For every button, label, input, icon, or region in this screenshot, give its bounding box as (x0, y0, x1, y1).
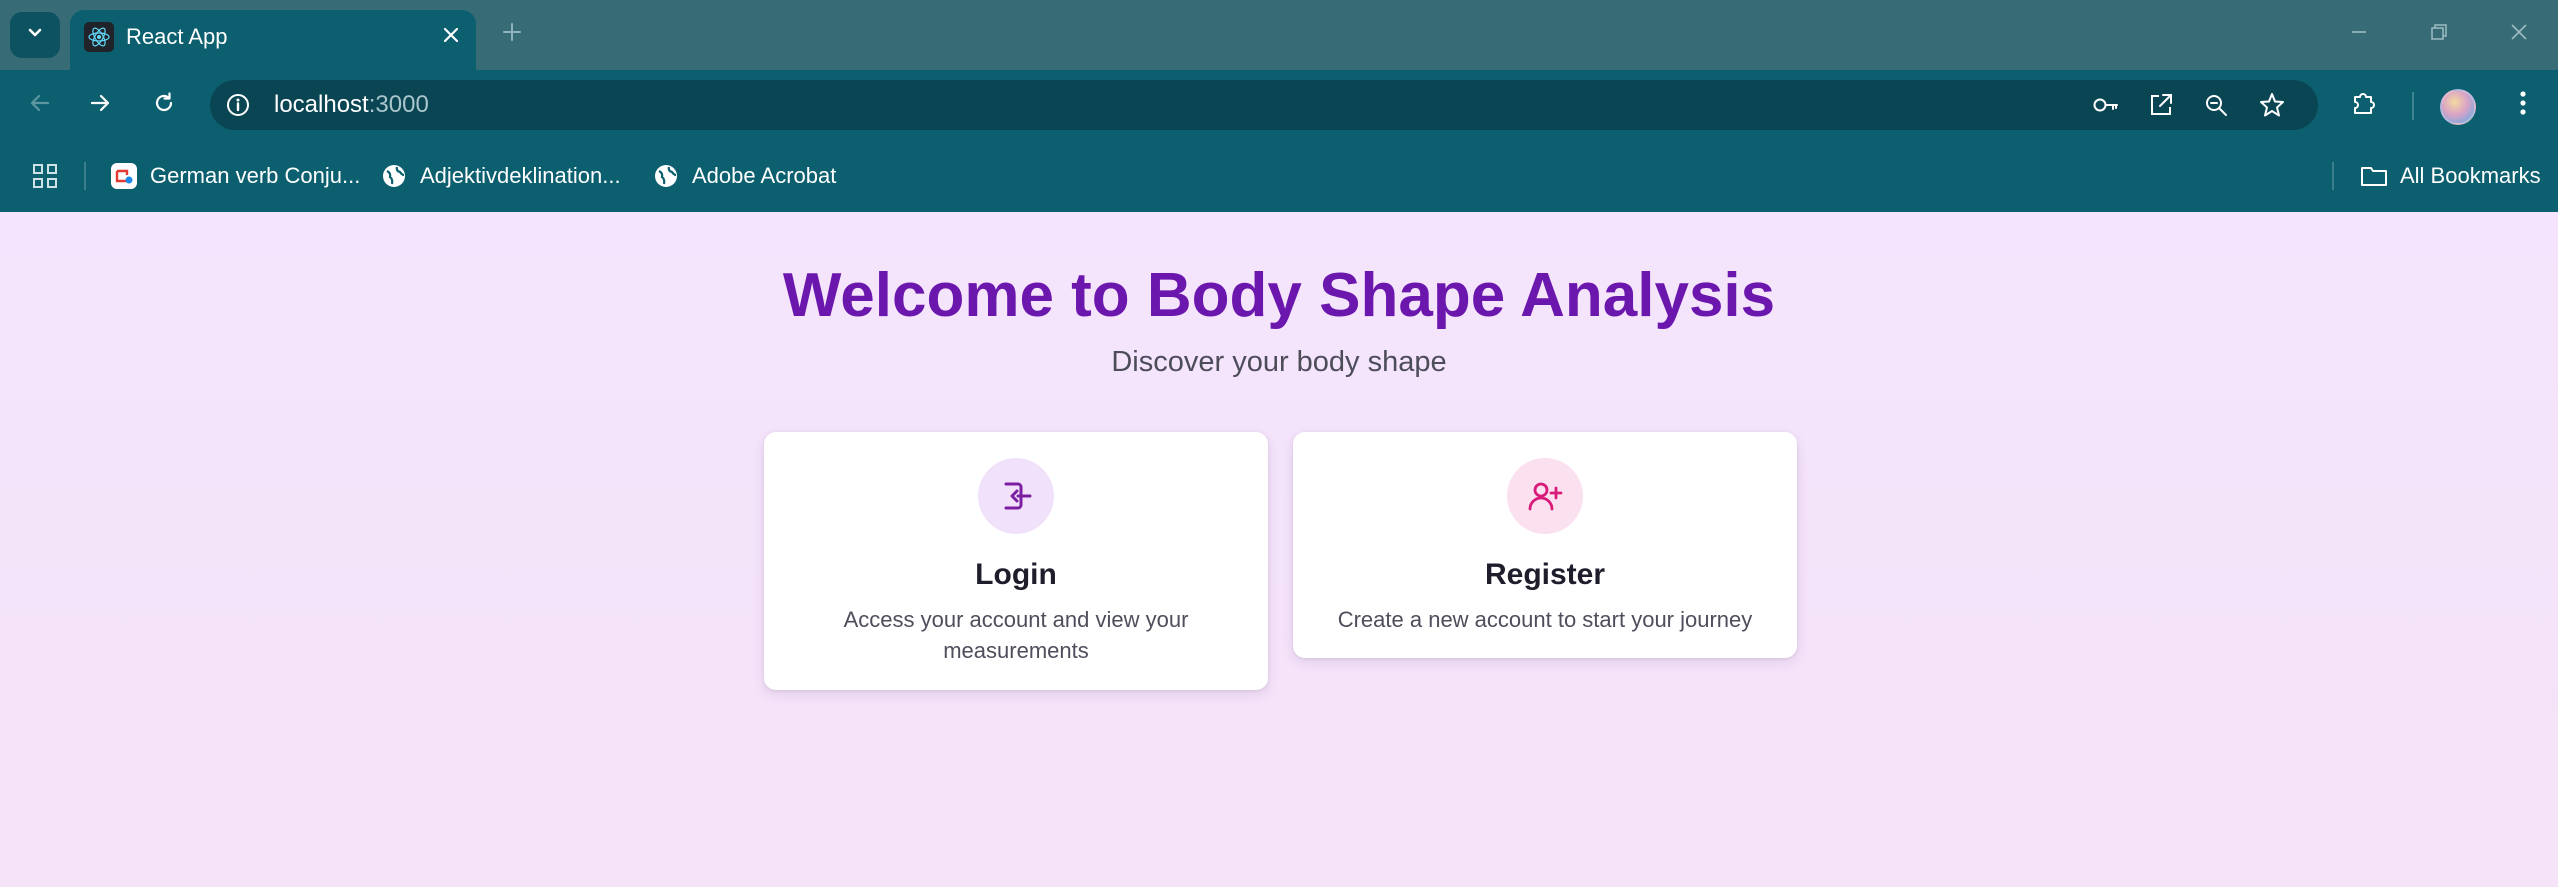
reload-button[interactable] (144, 85, 184, 125)
bookmark-star-icon[interactable] (2256, 89, 2288, 121)
url-host: localhost (274, 91, 369, 118)
bookmark-label: Adobe Acrobat (692, 163, 837, 188)
globe-icon (380, 162, 408, 190)
bookmarks-bar: German verb Conju... Adjektivdeklination… (0, 140, 2558, 212)
toolbar-divider (2412, 92, 2414, 120)
apps-grid-icon[interactable] (28, 159, 62, 193)
register-description: Create a new account to start your journ… (1337, 607, 1753, 632)
close-tab-button[interactable] (436, 22, 466, 52)
page-content: Welcome to Body Shape Analysis Discover … (0, 212, 2558, 887)
password-key-icon[interactable] (2090, 89, 2122, 121)
plus-icon (501, 21, 523, 48)
tab-title: React App (126, 24, 228, 49)
close-window-button[interactable] (2499, 16, 2539, 52)
bookmark-german-verb[interactable]: German verb Conju... (110, 158, 360, 194)
page-title: Welcome to Body Shape Analysis (782, 261, 1776, 330)
site-info-icon[interactable] (224, 91, 252, 119)
back-button[interactable] (20, 85, 60, 125)
open-in-app-icon[interactable] (2145, 89, 2177, 121)
minimize-icon (2349, 22, 2369, 47)
page-subtitle: Discover your body shape (1111, 346, 1447, 378)
close-icon (2509, 22, 2529, 47)
login-card[interactable]: Login Access your account and view your … (764, 432, 1268, 690)
register-title: Register (1484, 558, 1606, 591)
conjugation-favicon-icon (110, 162, 138, 190)
puzzle-icon (2349, 88, 2379, 123)
zoom-icon[interactable] (2200, 89, 2232, 121)
bookmark-adjektivdeklination[interactable]: Adjektivdeklination... (380, 158, 621, 194)
react-logo-icon (84, 22, 114, 52)
user-plus-icon (1507, 458, 1583, 534)
browser-menu-button[interactable] (2503, 85, 2543, 125)
url-port: :3000 (368, 91, 429, 118)
login-title: Login (975, 558, 1057, 591)
url-text[interactable]: localhost:3000 (274, 91, 429, 119)
bookmarks-divider (84, 162, 86, 190)
minimize-button[interactable] (2339, 16, 2379, 52)
address-bar[interactable]: localhost:3000 (210, 80, 2318, 130)
globe-icon (652, 162, 680, 190)
bookmark-label: Adjektivdeklination... (420, 163, 621, 188)
all-bookmarks-label: All Bookmarks (2400, 163, 2541, 188)
chevron-down-icon (25, 23, 45, 48)
tab-strip: React App (0, 0, 2558, 70)
new-tab-button[interactable] (496, 18, 528, 50)
bookmark-adobe-acrobat[interactable]: Adobe Acrobat (652, 158, 836, 194)
tab-search-button[interactable] (10, 12, 60, 58)
browser-toolbar: localhost:3000 (0, 70, 2558, 140)
profile-avatar[interactable] (2440, 89, 2476, 125)
active-tab[interactable]: React App (70, 10, 476, 70)
bookmarks-divider (2332, 162, 2334, 190)
bookmark-label: German verb Conju... (150, 163, 361, 188)
login-description: Access your account and view your measur… (843, 607, 1189, 663)
reload-icon (152, 91, 176, 120)
register-card[interactable]: Register Create a new account to start y… (1293, 432, 1797, 658)
login-icon (978, 458, 1054, 534)
arrow-left-icon (28, 91, 52, 120)
arrow-right-icon (88, 91, 112, 120)
restore-button[interactable] (2419, 16, 2459, 52)
forward-button[interactable] (80, 85, 120, 125)
more-vertical-icon (2519, 89, 2527, 122)
all-bookmarks-button[interactable]: All Bookmarks (2360, 158, 2541, 194)
folder-icon (2360, 162, 2388, 190)
extensions-button[interactable] (2344, 85, 2384, 125)
restore-icon (2429, 22, 2449, 47)
close-icon (442, 26, 460, 49)
